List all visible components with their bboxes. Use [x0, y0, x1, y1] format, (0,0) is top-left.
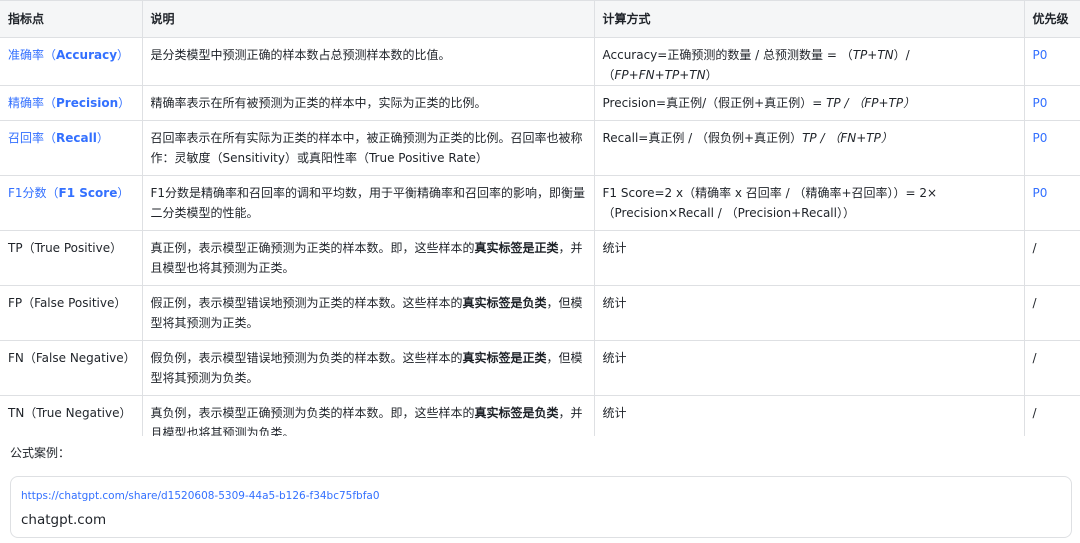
description-cell: 精确率表示在所有被预测为正类的样本中，实际为正类的比例。 — [141, 85, 595, 121]
metric-cell[interactable]: F1分数（F1 Score） — [0, 175, 143, 231]
priority-cell: / — [1023, 230, 1080, 286]
formula-example-label: 公式案例： — [10, 446, 71, 460]
metric-link-recall[interactable]: 召回率（Recall） — [8, 131, 109, 145]
calculation-cell: Accuracy=正确预测的数量 / 总预测数量 = （TP+TN）/ （FP+… — [593, 37, 1025, 86]
metric-link-accuracy[interactable]: 准确率（Accuracy） — [8, 48, 129, 62]
metric-cell[interactable]: 准确率（Accuracy） — [0, 37, 143, 86]
header-priority: 优先级 — [1023, 0, 1080, 38]
calculation-cell: F1 Score=2 x（精确率 x 召回率 / （精确率+召回率））= 2×（… — [593, 175, 1025, 231]
priority-cell: P0 — [1023, 175, 1080, 231]
metric-cell: TP（True Positive） — [0, 230, 143, 286]
priority-cell: P0 — [1023, 120, 1080, 176]
table-row: TP（True Positive） 真正例，表示模型正确预测为正类的样本数。即，… — [0, 230, 1080, 286]
calculation-cell: Recall=真正例 / （假负例+真正例）TP / （FN+TP） — [593, 120, 1025, 176]
calculation-cell: 统计 — [593, 230, 1025, 286]
metric-cell[interactable]: 召回率（Recall） — [0, 120, 143, 176]
table-row: F1分数（F1 Score） F1分数是精确率和召回率的调和平均数，用于平衡精确… — [0, 175, 1080, 231]
formula-example-section: 公式案例： https://chatgpt.com/share/d1520608… — [0, 436, 1080, 543]
priority-cell: / — [1023, 285, 1080, 341]
table-row: 准确率（Accuracy） 是分类模型中预测正确的样本数占总预测样本数的比值。 … — [0, 37, 1080, 86]
metrics-table: 指标点 说明 计算方式 优先级 准确率（Accuracy） 是分类模型中预测正确… — [0, 0, 1080, 451]
header-metric: 指标点 — [0, 0, 143, 38]
table-row: FN（False Negative） 假负例，表示模型错误地预测为负类的样本数。… — [0, 340, 1080, 396]
priority-cell: P0 — [1023, 37, 1080, 86]
link-preview-card[interactable]: https://chatgpt.com/share/d1520608-5309-… — [10, 476, 1072, 538]
calculation-cell: Precision=真正例/（假正例+真正例）= TP / （FP+TP） — [593, 85, 1025, 121]
link-title[interactable]: chatgpt.com — [21, 511, 106, 529]
table-row: 召回率（Recall） 召回率表示在所有实际为正类的样本中，被正确预测为正类的比… — [0, 120, 1080, 176]
table-header-row: 指标点 说明 计算方式 优先级 — [0, 0, 1080, 38]
header-description: 说明 — [141, 0, 595, 38]
header-calculation: 计算方式 — [593, 0, 1025, 38]
priority-cell: / — [1023, 340, 1080, 396]
metric-link-precision[interactable]: 精确率（Precision） — [8, 96, 130, 110]
metric-cell: FP（False Positive） — [0, 285, 143, 341]
metric-cell: FN（False Negative） — [0, 340, 143, 396]
description-cell: 假负例，表示模型错误地预测为负类的样本数。这些样本的真实标签是正类，但模型将其预… — [141, 340, 595, 396]
description-cell: 假正例，表示模型错误地预测为正类的样本数。这些样本的真实标签是负类，但模型将其预… — [141, 285, 595, 341]
priority-cell: P0 — [1023, 85, 1080, 121]
metric-link-f1-score[interactable]: F1分数（F1 Score） — [8, 186, 129, 200]
calculation-cell: 统计 — [593, 340, 1025, 396]
table-row: 精确率（Precision） 精确率表示在所有被预测为正类的样本中，实际为正类的… — [0, 85, 1080, 121]
description-cell: 召回率表示在所有实际为正类的样本中，被正确预测为正类的比例。召回率也被称作：灵敏… — [141, 120, 595, 176]
table-row: FP（False Positive） 假正例，表示模型错误地预测为正类的样本数。… — [0, 285, 1080, 341]
metric-cell[interactable]: 精确率（Precision） — [0, 85, 143, 121]
description-cell: 是分类模型中预测正确的样本数占总预测样本数的比值。 — [141, 37, 595, 86]
description-cell: F1分数是精确率和召回率的调和平均数，用于平衡精确率和召回率的影响，即衡量二分类… — [141, 175, 595, 231]
link-url[interactable]: https://chatgpt.com/share/d1520608-5309-… — [21, 489, 380, 503]
description-cell: 真正例，表示模型正确预测为正类的样本数。即，这些样本的真实标签是正类，并且模型也… — [141, 230, 595, 286]
calculation-cell: 统计 — [593, 285, 1025, 341]
